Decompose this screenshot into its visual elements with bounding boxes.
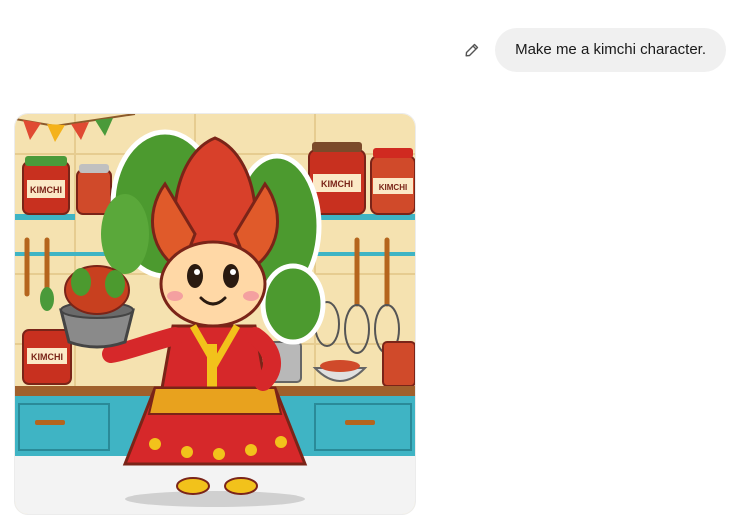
user-message-row: Make me a kimchi character. <box>463 28 726 72</box>
jar-label-2: KIMCHI <box>321 179 353 189</box>
chat-page: Make me a kimchi character. KIMCHI KIMCH… <box>0 0 734 521</box>
jar-label-1: KIMCHI <box>30 185 62 195</box>
generated-image[interactable]: KIMCHI KIMCHI KIMCHI KIMCHI <box>14 113 416 515</box>
jar-label-3: KIMCHI <box>379 183 407 192</box>
pencil-icon[interactable] <box>463 41 481 59</box>
user-message-bubble: Make me a kimchi character. <box>495 28 726 72</box>
jar-label-4: KIMCHI <box>31 352 63 362</box>
kimchi-character-illustration: KIMCHI KIMCHI KIMCHI KIMCHI <box>15 114 415 514</box>
